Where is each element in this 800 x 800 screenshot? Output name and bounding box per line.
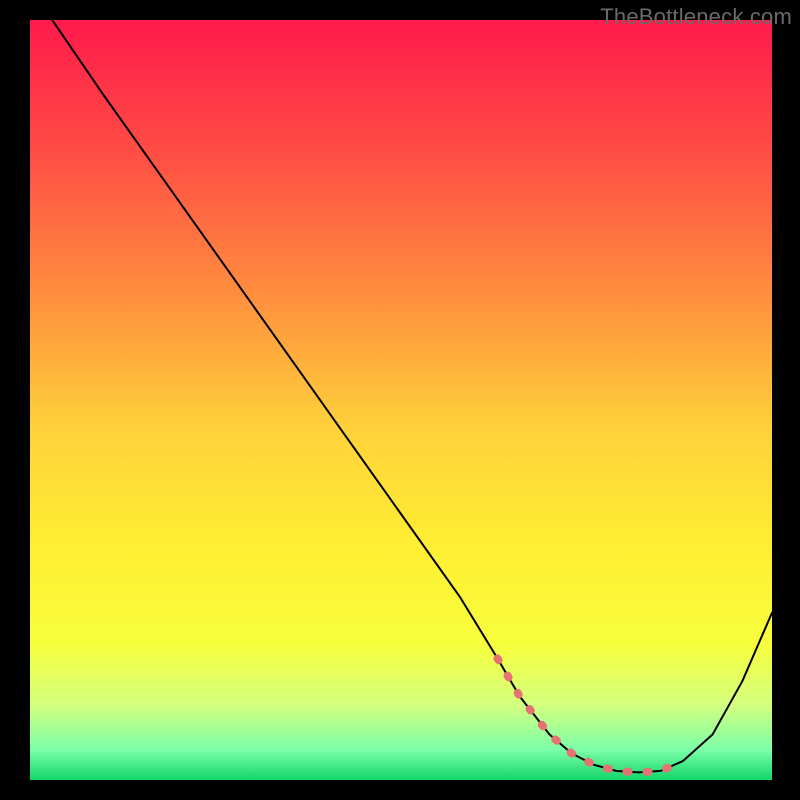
curve-layer bbox=[30, 20, 772, 780]
plot-area bbox=[30, 20, 772, 780]
main-curve bbox=[52, 20, 772, 772]
marker-highlight bbox=[497, 658, 683, 772]
chart-frame: TheBottleneck.com bbox=[0, 0, 800, 800]
watermark: TheBottleneck.com bbox=[600, 4, 792, 30]
